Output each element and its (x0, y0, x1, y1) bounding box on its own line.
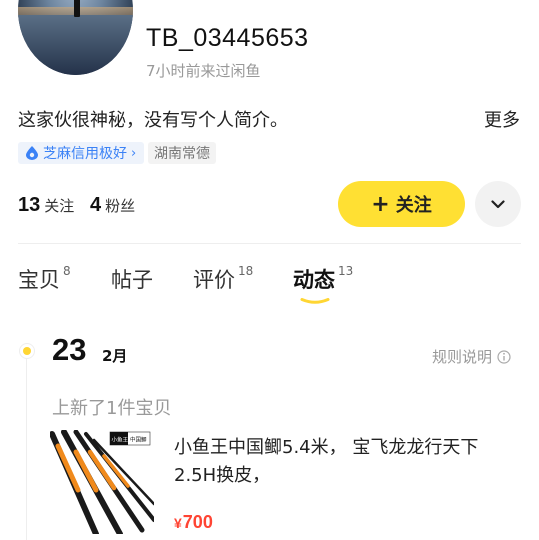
more-button[interactable]: 更多 (484, 106, 520, 132)
following-label: 关注 (44, 197, 75, 215)
sesame-credit-icon (26, 146, 38, 160)
tab-label: 动态 (293, 268, 335, 292)
tab-count: 8 (63, 264, 71, 278)
followers-label: 粉丝 (105, 197, 136, 215)
product-title[interactable]: 小鱼王中国鲫5.4米， 宝飞龙龙行天下2.5H换皮， (174, 434, 514, 490)
rules-label: 规则说明 (432, 348, 493, 366)
active-tab-indicator (300, 298, 330, 304)
avatar[interactable] (18, 0, 133, 75)
tab-posts[interactable]: 帖子 (111, 264, 153, 294)
tab-reviews[interactable]: 评价 18 (193, 264, 253, 294)
last-seen-text: 7小时前来过闲鱼 (146, 62, 261, 80)
plus-icon: + (371, 191, 390, 217)
chevron-right-icon: › (131, 145, 137, 161)
feed-date-day: 23 (52, 332, 87, 367)
tab-activity[interactable]: 动态 13 (293, 264, 353, 294)
tab-label: 评价 (193, 268, 235, 292)
follow-button-label: 关注 (395, 195, 432, 216)
currency-symbol: ¥ (174, 515, 182, 531)
timeline-line (26, 350, 27, 540)
rules-link[interactable]: 规则说明 (432, 346, 511, 367)
expand-button[interactable] (475, 181, 521, 227)
credit-badge-label: 芝麻信用极好 (43, 146, 127, 162)
feed-date-month: 2月 (102, 347, 128, 365)
bio-text: 这家伙很神秘，没有写个人简介。 (18, 110, 288, 131)
tab-count: 18 (238, 264, 254, 278)
follow-button[interactable]: + 关注 (338, 181, 465, 227)
tab-label: 宝贝 (18, 268, 60, 292)
tab-label: 帖子 (111, 268, 153, 292)
location-badge: 湖南常德 (148, 142, 216, 164)
followers-stat[interactable]: 4 粉丝 (90, 194, 135, 217)
followers-count: 4 (90, 194, 102, 216)
image-model-text: 中国鲫 (130, 436, 147, 444)
info-icon (497, 349, 511, 364)
credit-badge[interactable]: 芝麻信用极好 › (18, 142, 145, 164)
price-value: 700 (182, 512, 213, 532)
tab-count: 13 (338, 264, 354, 278)
username: TB_03445653 (146, 24, 309, 52)
product-price: ¥700 (174, 512, 213, 533)
tab-items[interactable]: 宝贝 8 (18, 264, 71, 294)
product-image[interactable]: 小鱼王 中国鲫 (50, 430, 154, 534)
fishing-rod-image: 小鱼王 中国鲫 (50, 430, 154, 534)
chevron-down-icon (491, 199, 505, 208)
feed-entry-title: 上新了1件宝贝 (52, 398, 172, 419)
following-count: 13 (18, 194, 41, 216)
divider (18, 243, 521, 244)
image-brand-text: 小鱼王 (112, 436, 129, 444)
timeline-dot (19, 343, 35, 359)
following-stat[interactable]: 13 关注 (18, 194, 74, 217)
